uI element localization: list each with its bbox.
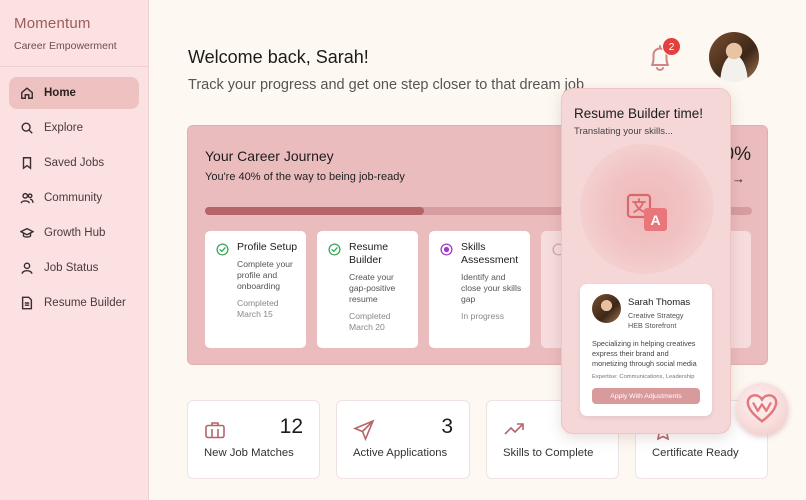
user-icon: [20, 261, 34, 275]
welcome-heading: Welcome back, Sarah!: [188, 47, 369, 67]
step-title: Resume Builder: [349, 241, 389, 266]
step-description: Identify and close your skills gap: [461, 272, 522, 304]
step-card-profile-setup[interactable]: Profile Setup Complete your profile and …: [205, 231, 306, 348]
assistant-button[interactable]: [736, 383, 788, 435]
avatar: [592, 294, 621, 323]
journey-progress-fill: [205, 207, 424, 215]
step-card-resume-builder[interactable]: Resume Builder Create your gap-positive …: [317, 231, 418, 348]
sidebar-item-label: Home: [44, 87, 76, 99]
stat-label: Active Applications: [353, 447, 448, 459]
send-icon: [352, 419, 375, 442]
sidebar-item-explore[interactable]: Explore: [9, 112, 139, 144]
step-status: Completed March 15: [237, 298, 279, 319]
sidebar-item-label: Community: [44, 192, 103, 204]
step-card-skills-assessment[interactable]: Skills Assessment Identify and close you…: [429, 231, 530, 348]
profile-role: Creative Strategy HEB Storefront: [628, 311, 684, 330]
stat-value: 12: [279, 415, 303, 438]
stat-label: Skills to Complete: [503, 447, 594, 459]
apply-with-adjustments-button[interactable]: Apply With Adjustments: [592, 388, 700, 404]
arrow-right-icon[interactable]: →: [732, 171, 745, 186]
sidebar-item-resume-builder[interactable]: Resume Builder: [9, 287, 139, 319]
popup-subtitle: Translating your skills...: [574, 126, 673, 137]
search-icon: [20, 121, 34, 135]
sidebar-item-home[interactable]: Home: [9, 77, 139, 109]
sidebar-item-growth-hub[interactable]: Growth Hub: [9, 217, 139, 249]
notification-badge: 2: [662, 37, 681, 56]
profile-expertise: Expertise: Communications, Leadership: [592, 374, 695, 380]
brand-name: Momentum: [14, 15, 91, 32]
sidebar-nav: Home Explore Saved Jobs Community Growth…: [0, 67, 148, 319]
svg-text:A: A: [650, 212, 660, 228]
graduation-cap-icon: [20, 226, 34, 240]
step-status: Completed March 20: [349, 311, 391, 332]
stat-label: Certificate Ready: [652, 447, 739, 459]
resume-builder-popup[interactable]: Resume Builder time! Translating your sk…: [561, 88, 731, 434]
profile-preview-card: Sarah Thomas Creative Strategy HEB Store…: [580, 284, 712, 416]
profile-role-title: Creative Strategy: [628, 311, 684, 320]
bookmark-icon: [20, 156, 34, 170]
home-icon: [20, 86, 34, 100]
brand: Momentum Career Empowerment: [0, 0, 148, 67]
sidebar-item-saved-jobs[interactable]: Saved Jobs: [9, 147, 139, 179]
stat-card-job-matches[interactable]: 12 New Job Matches: [187, 400, 320, 479]
journey-subtitle: You're 40% of the way to being job-ready: [205, 171, 405, 183]
step-title: Profile Setup: [237, 241, 298, 253]
document-icon: [20, 296, 34, 310]
trending-up-icon: [503, 419, 525, 441]
journey-title: Your Career Journey: [205, 148, 334, 164]
sidebar-item-community[interactable]: Community: [9, 182, 139, 214]
heart-icon: [746, 394, 778, 423]
step-title: Skills Assessment: [461, 241, 519, 266]
users-icon: [20, 191, 34, 205]
sidebar: Momentum Career Empowerment Home Explore…: [0, 0, 149, 500]
sidebar-item-label: Explore: [44, 122, 83, 134]
sidebar-item-label: Job Status: [44, 262, 99, 274]
popup-title: Resume Builder time!: [574, 106, 704, 121]
step-description: Complete your profile and onboarding: [237, 259, 293, 291]
stat-label: New Job Matches: [204, 447, 294, 459]
profile-company: HEB Storefront: [628, 320, 677, 330]
sidebar-item-job-status[interactable]: Job Status: [9, 252, 139, 284]
in-progress-icon: [440, 243, 453, 256]
sidebar-item-label: Resume Builder: [44, 297, 126, 309]
sidebar-item-label: Growth Hub: [44, 227, 106, 239]
check-circle-icon: [216, 243, 229, 256]
briefcase-icon: [204, 419, 226, 441]
avatar[interactable]: [709, 32, 759, 82]
step-description: Create your gap-positive resume: [349, 272, 396, 304]
profile-description: Specializing in helping creatives expres…: [592, 339, 697, 368]
brand-subtitle: Career Empowerment: [14, 40, 117, 52]
check-circle-icon: [328, 243, 341, 256]
tagline: Track your progress and get one step clo…: [188, 77, 585, 93]
stat-card-active-applications[interactable]: 3 Active Applications: [336, 400, 470, 479]
step-status: In progress: [461, 311, 504, 321]
translate-icon: A: [626, 193, 667, 231]
stat-value: 3: [441, 415, 453, 438]
sidebar-item-label: Saved Jobs: [44, 157, 105, 169]
profile-name: Sarah Thomas: [628, 297, 691, 308]
